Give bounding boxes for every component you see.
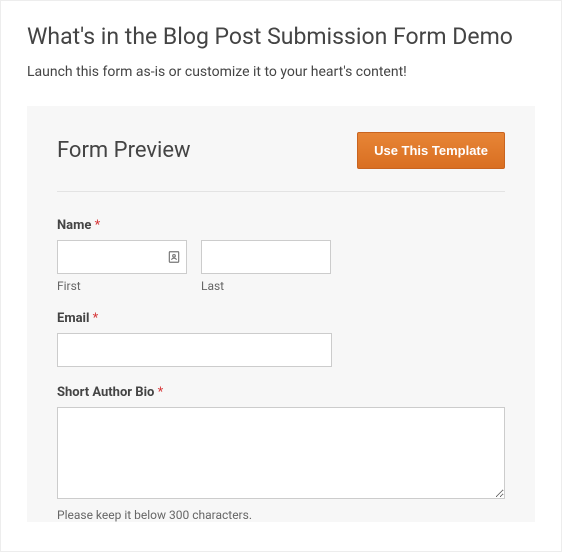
bio-field: Short Author Bio * Please keep it below … <box>57 385 505 522</box>
bio-label: Short Author Bio * <box>57 385 505 400</box>
bio-helper-text: Please keep it below 300 characters. <box>57 508 505 522</box>
form-preview-card: Form Preview Use This Template Name * <box>27 106 535 522</box>
page-title: What's in the Blog Post Submission Form … <box>27 23 535 50</box>
required-marker: * <box>158 385 164 400</box>
preview-header: Form Preview Use This Template <box>57 132 505 192</box>
use-this-template-button[interactable]: Use This Template <box>357 132 505 169</box>
preview-heading: Form Preview <box>57 138 191 163</box>
required-marker: * <box>93 311 99 326</box>
email-label-text: Email <box>57 311 89 326</box>
name-field: Name * First L <box>57 218 505 293</box>
last-name-input[interactable] <box>201 240 331 274</box>
last-name-sublabel: Last <box>201 279 331 293</box>
bio-label-text: Short Author Bio <box>57 385 154 400</box>
page-container: What's in the Blog Post Submission Form … <box>0 0 562 552</box>
last-name-column: Last <box>201 240 331 293</box>
first-name-input-wrap <box>57 240 187 274</box>
name-label-text: Name <box>57 218 91 233</box>
email-label: Email * <box>57 311 505 326</box>
first-name-sublabel: First <box>57 279 187 293</box>
bio-textarea[interactable] <box>57 407 505 499</box>
required-marker: * <box>95 218 101 233</box>
email-field: Email * <box>57 311 505 367</box>
name-label: Name * <box>57 218 505 233</box>
page-subtitle: Launch this form as-is or customize it t… <box>27 64 535 80</box>
name-row: First Last <box>57 240 505 293</box>
email-input[interactable] <box>57 333 332 367</box>
first-name-column: First <box>57 240 187 293</box>
first-name-input[interactable] <box>57 240 187 274</box>
